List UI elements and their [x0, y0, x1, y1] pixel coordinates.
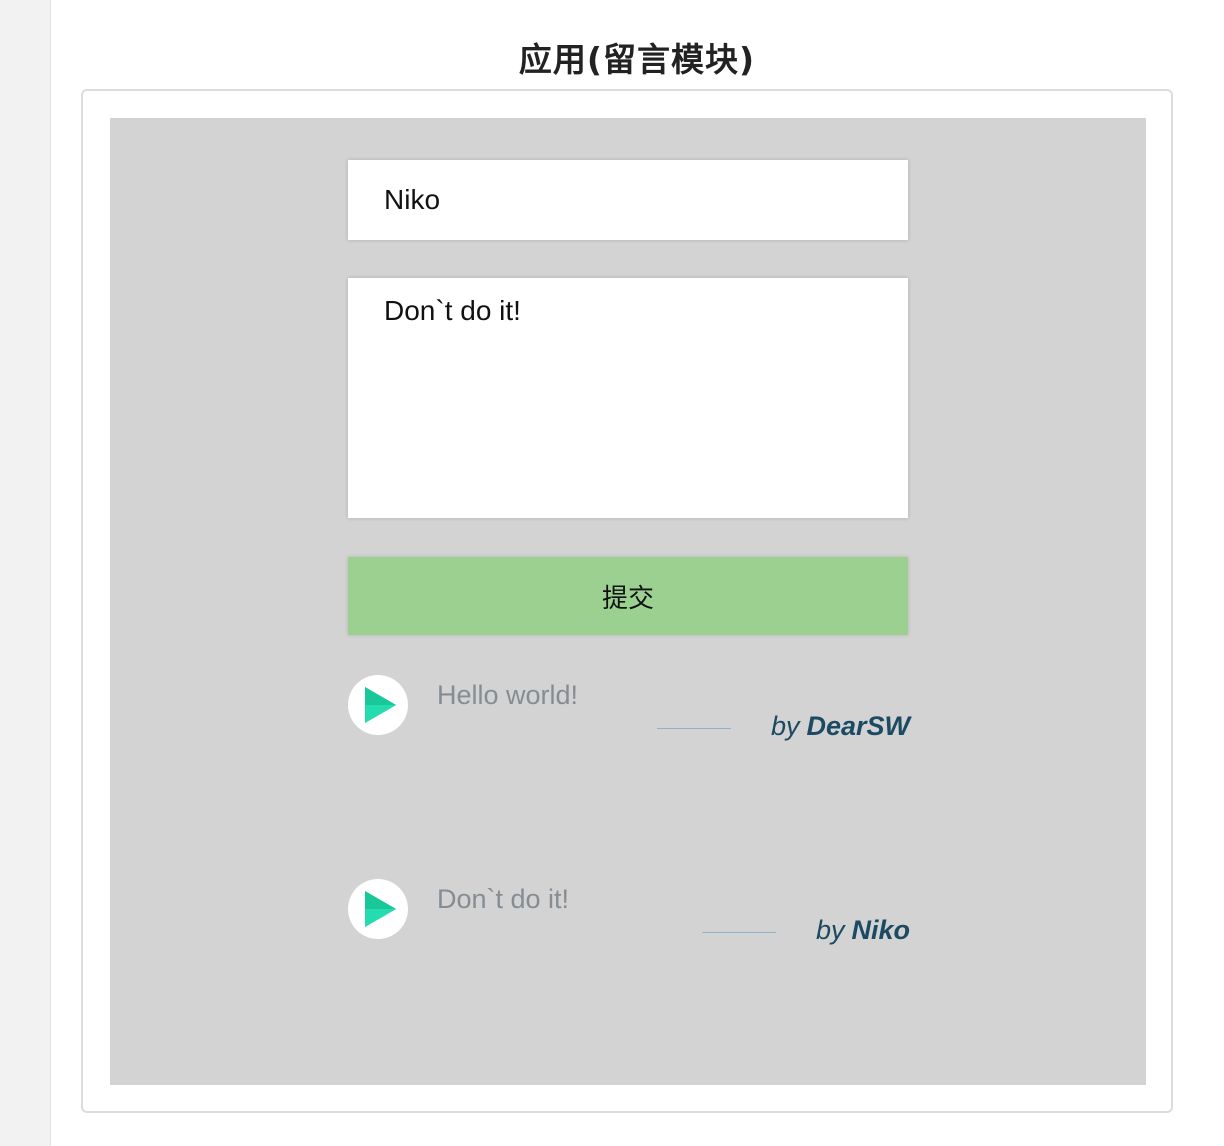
play-icon: [365, 687, 396, 723]
by-label: by: [770, 711, 800, 741]
comment-byline: by DearSW: [656, 711, 910, 742]
avatar: [348, 879, 408, 939]
comment-item: Don`t do it! by Niko: [348, 879, 910, 979]
by-label: by: [815, 915, 845, 945]
comment-text: Don`t do it!: [437, 884, 570, 914]
comment-author: DearSW: [806, 711, 910, 741]
comment-text: Hello world!: [437, 680, 579, 710]
left-sidebar: [0, 0, 51, 1146]
avatar: [348, 675, 408, 735]
page-title: 应用(留言模块): [518, 40, 756, 80]
byline-divider: [701, 932, 776, 933]
name-input[interactable]: [348, 160, 908, 240]
message-textarea[interactable]: Don`t do it!: [348, 278, 908, 518]
submit-button[interactable]: 提交: [348, 557, 908, 635]
comment-byline: by Niko: [701, 915, 910, 946]
comment-author: Niko: [851, 915, 910, 945]
comment-item: Hello world! by DearSW: [348, 675, 910, 775]
byline-divider: [656, 728, 731, 729]
play-icon: [365, 891, 396, 927]
